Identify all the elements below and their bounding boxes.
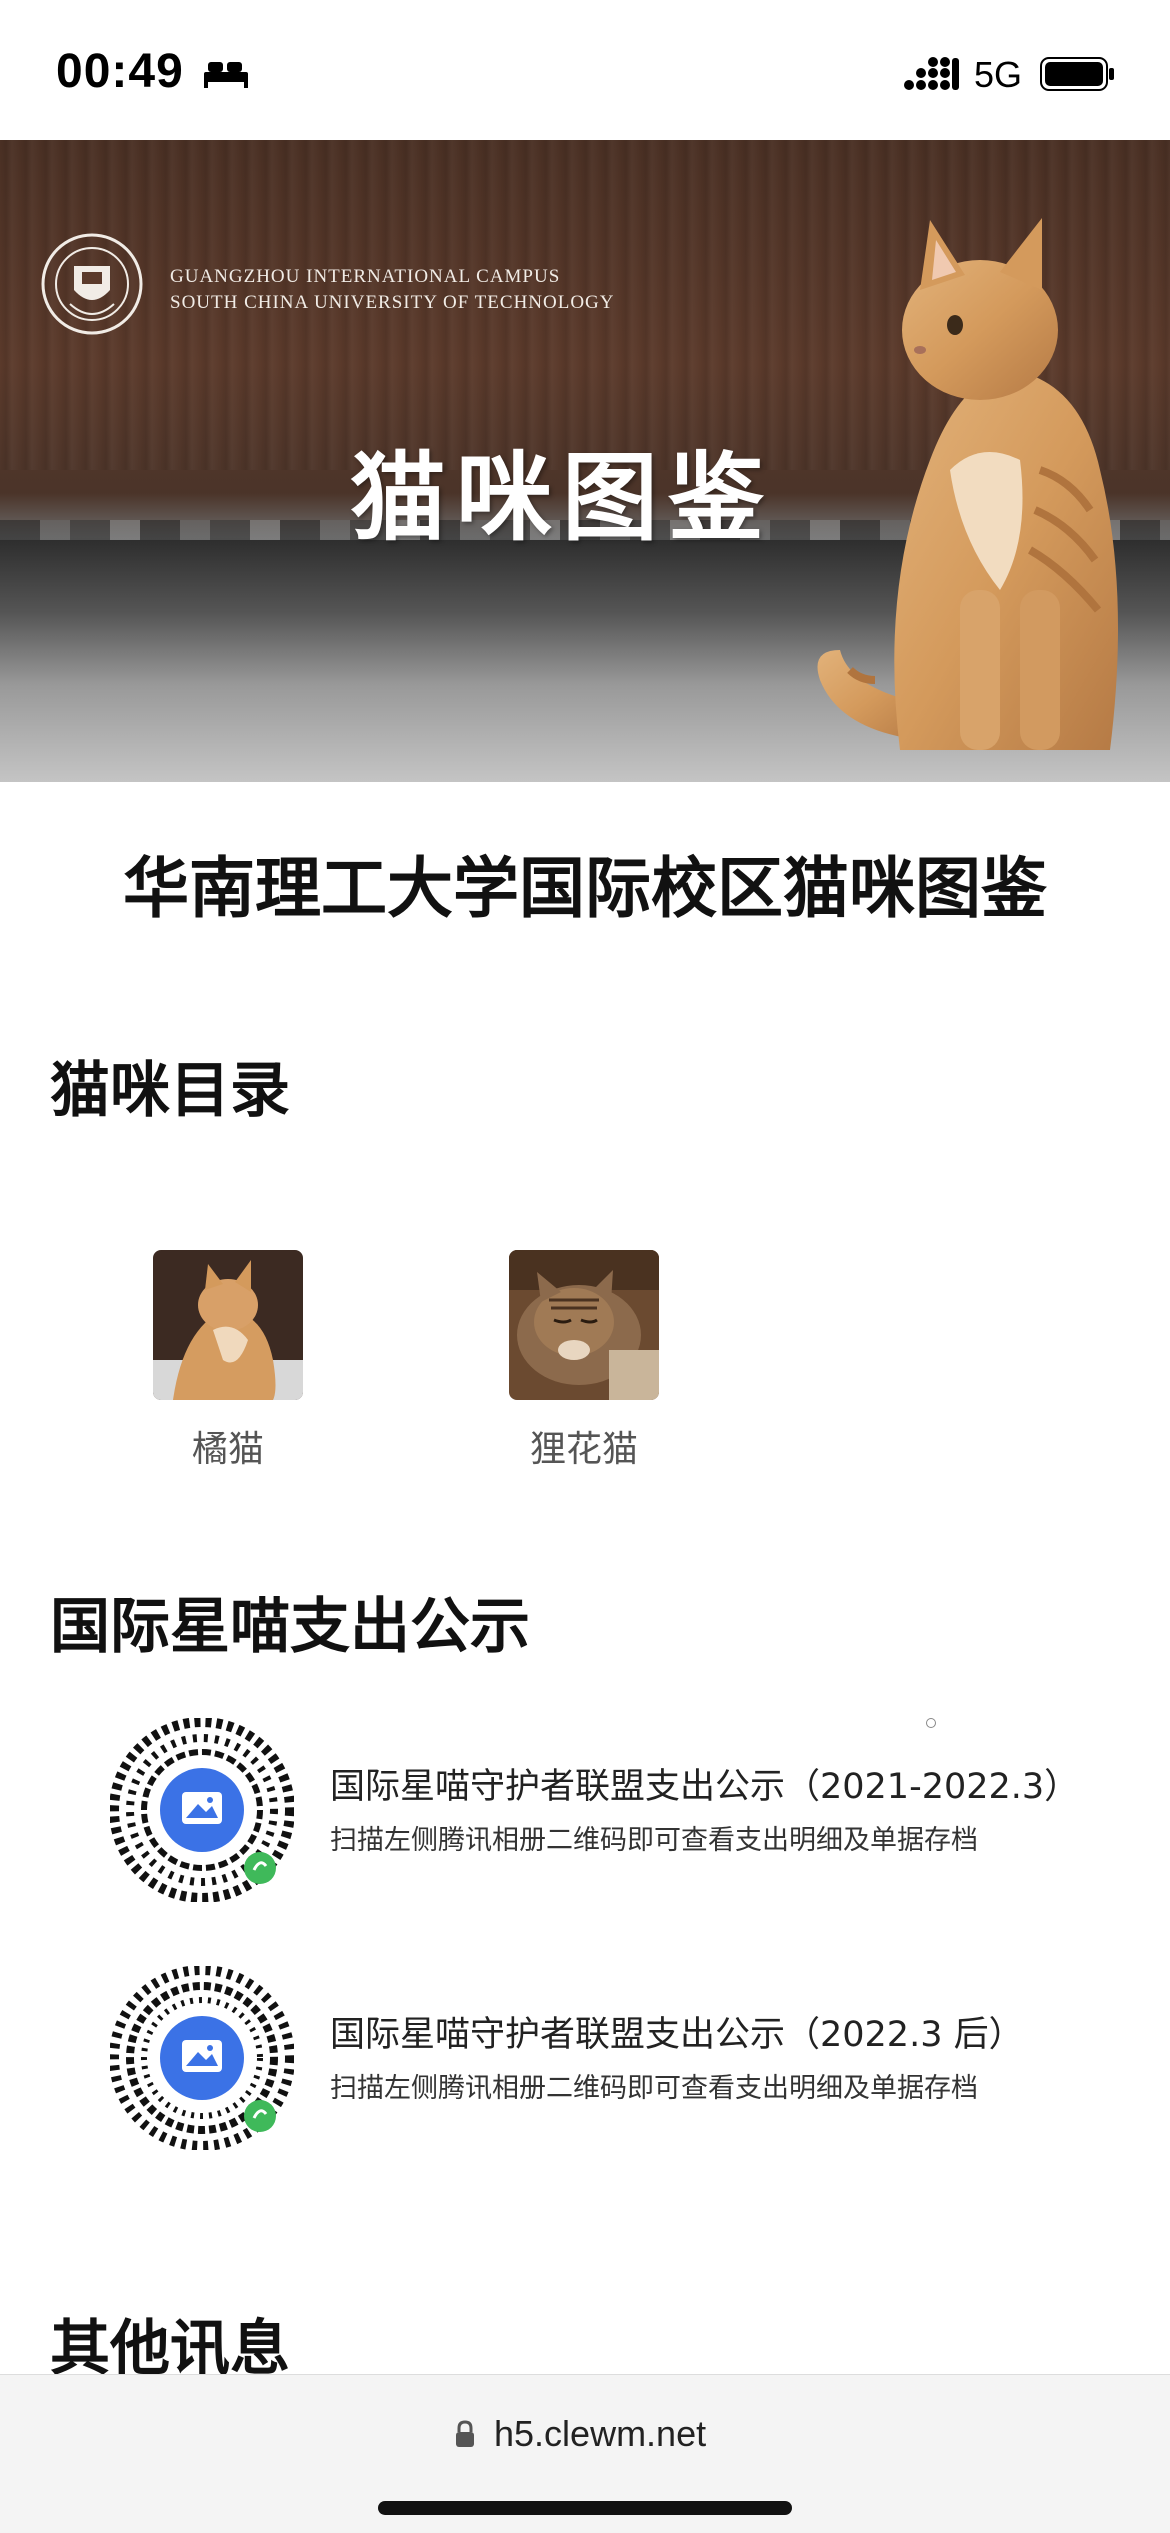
cat-item-orange[interactable]: 橘猫 (138, 1250, 318, 1472)
university-seal-logo (41, 233, 143, 335)
home-indicator[interactable] (378, 2501, 792, 2515)
status-bar: 00:49 5G (0, 0, 1170, 140)
campus-name-line-2: SOUTH CHINA UNIVERSITY OF TECHNOLOGY (170, 292, 615, 313)
lock-icon (456, 2420, 474, 2447)
tabby-cat-thumbnail[interactable] (509, 1250, 659, 1400)
network-type: 5G (974, 54, 1023, 95)
expense-item-1[interactable]: 国际星喵守护者联盟支出公示（2021-2022.3） 扫描左侧腾讯相册二维码即可… (110, 1718, 1110, 1908)
cat-label: 狸花猫 (529, 1429, 638, 1470)
mini-program-qr-code[interactable] (110, 1718, 294, 1902)
mini-program-qr-code[interactable] (110, 1966, 294, 2150)
expense-title: 国际星喵守护者联盟支出公示（2022.3 后） (330, 2015, 1024, 2055)
url-text[interactable]: h5.clewm.net (494, 2413, 706, 2455)
hero-banner: GUANGZHOU INTERNATIONAL CAMPUS SOUTH CHI… (0, 140, 1170, 782)
expense-title: 国际星喵守护者联盟支出公示（2021-2022.3） (330, 1767, 1080, 1807)
expenses-heading: 国际星喵支出公示 (50, 1592, 530, 1662)
orange-cat-photo (817, 218, 1118, 750)
orange-cat-thumbnail[interactable] (153, 1250, 303, 1400)
page-title: 华南理工大学国际校区猫咪图鉴 (123, 850, 1047, 927)
cat-item-tabby[interactable]: 狸花猫 (494, 1250, 674, 1472)
expense-subtitle: 扫描左侧腾讯相册二维码即可查看支出明细及单据存档 (330, 1825, 978, 1856)
campus-name-line-1: GUANGZHOU INTERNATIONAL CAMPUS (170, 266, 561, 287)
signal-icon (904, 57, 959, 90)
bed-icon (204, 62, 248, 88)
browser-url-bar[interactable]: h5.clewm.net (0, 2374, 1170, 2533)
battery-icon (1040, 57, 1114, 91)
expense-subtitle: 扫描左侧腾讯相册二维码即可查看支出明细及单据存档 (330, 2073, 978, 2104)
status-time: 00:49 (56, 45, 184, 98)
cat-label: 橘猫 (191, 1429, 264, 1470)
banner-title: 猫咪图鉴 (350, 442, 774, 554)
catalog-heading: 猫咪目录 (50, 1056, 290, 1126)
expense-item-2[interactable]: 国际星喵守护者联盟支出公示（2022.3 后） 扫描左侧腾讯相册二维码即可查看支… (110, 1966, 1110, 2156)
